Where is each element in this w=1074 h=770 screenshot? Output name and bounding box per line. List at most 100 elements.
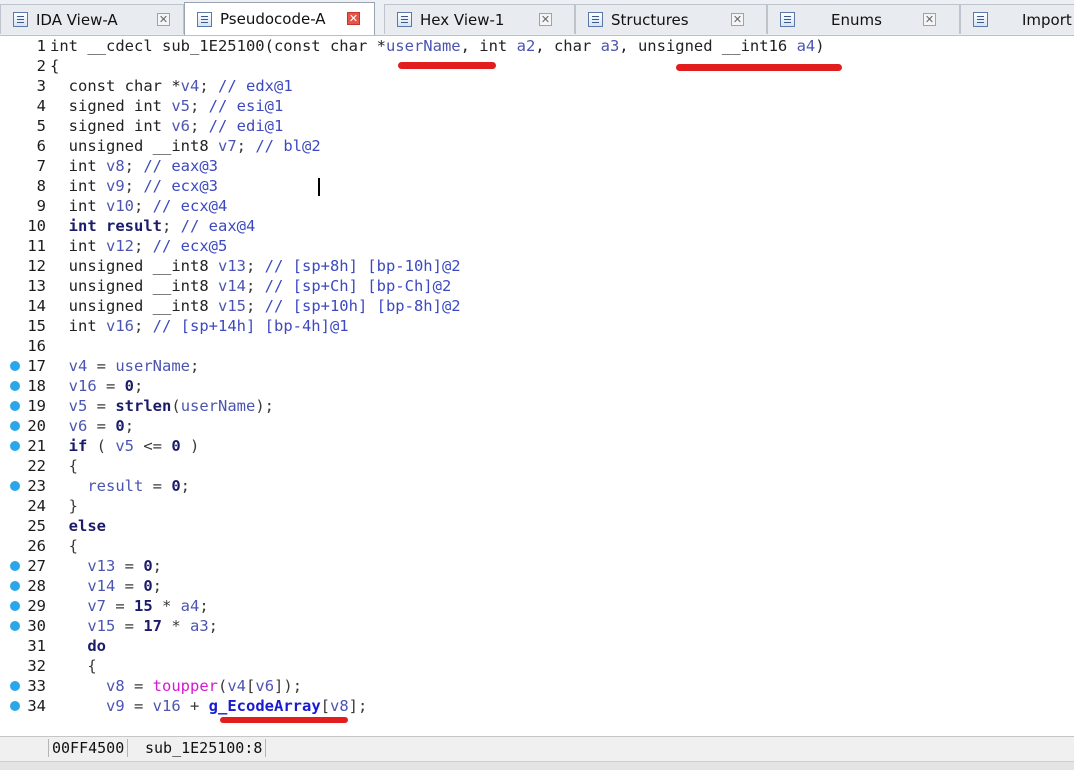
code-line[interactable]: 3 const char *v4; // edx@1 [0,76,1074,96]
code-line[interactable]: 34 v9 = v16 + g_EcodeArray[v8]; [0,696,1074,716]
hex-icon [397,12,412,27]
code-line[interactable]: 17 v4 = userName; [0,356,1074,376]
code-text[interactable]: int v16; // [sp+14h] [bp-4h]@1 [50,316,349,336]
code-text[interactable]: signed int v6; // edi@1 [50,116,284,136]
pseudocode-view[interactable]: 1 int __cdecl sub_1E25100(const char *use… [0,36,1074,736]
code-line[interactable]: 2{ [0,56,1074,76]
code-line[interactable]: 27 v13 = 0; [0,556,1074,576]
code-line[interactable]: 26 { [0,536,1074,556]
code-line[interactable]: 22 { [0,456,1074,476]
close-icon[interactable]: ✕ [923,13,936,26]
code-text[interactable]: v14 = 0; [50,576,162,596]
status-address: 00FF4500 [48,739,129,757]
code-text[interactable]: else [50,516,106,536]
code-text[interactable]: result = 0; [50,476,190,496]
code-text[interactable]: int v12; // ecx@5 [50,236,228,256]
code-line[interactable]: 32 { [0,656,1074,676]
tab-pseudocode-a[interactable]: Pseudocode-A ✕ [184,2,375,35]
code-text[interactable]: if ( v5 <= 0 ) [50,436,200,456]
code-line[interactable]: 31 do [0,636,1074,656]
code-line[interactable]: 33 v8 = toupper(v4[v6]); [0,676,1074,696]
code-text[interactable]: int v10; // ecx@4 [50,196,228,216]
close-icon[interactable]: ✕ [731,13,744,26]
status-bar: 00FF4500 sub_1E25100:8 [0,736,1074,770]
code-text[interactable]: do [50,636,106,656]
code-text[interactable]: { [50,656,96,676]
code-line[interactable]: 20 v6 = 0; [0,416,1074,436]
line-number: 21 [27,437,46,455]
code-line[interactable]: 9 int v10; // ecx@4 [0,196,1074,216]
code-text[interactable]: unsigned __int8 v14; // [sp+Ch] [bp-Ch]@… [50,276,452,296]
code-line[interactable]: 7 int v8; // eax@3 [0,156,1074,176]
code-text[interactable]: int __cdecl sub_1E25100(const char *user… [50,36,825,56]
code-line[interactable]: 8 int v9; // ecx@3 [0,176,1074,196]
code-line[interactable]: 14 unsigned __int8 v15; // [sp+10h] [bp-… [0,296,1074,316]
tab-import[interactable]: Import [960,4,1074,34]
code-line[interactable]: 30 v15 = 17 * a3; [0,616,1074,636]
code-text[interactable]: { [50,56,59,76]
line-number: 9 [36,197,46,215]
tab-ida-view-a[interactable]: IDA View-A ✕ [0,4,184,34]
code-line[interactable]: 29 v7 = 15 * a4; [0,596,1074,616]
text-cursor [318,178,320,196]
code-text[interactable]: } [50,496,78,516]
code-text[interactable]: v4 = userName; [50,356,200,376]
code-line[interactable]: 11 int v12; // ecx@5 [0,236,1074,256]
code-text[interactable]: v16 = 0; [50,376,144,396]
code-line[interactable]: 5 signed int v6; // edi@1 [0,116,1074,136]
code-text[interactable]: unsigned __int8 v13; // [sp+8h] [bp-10h]… [50,256,461,276]
code-line[interactable]: 15 int v16; // [sp+14h] [bp-4h]@1 [0,316,1074,336]
annotation-underline-int16 [676,64,842,71]
code-line[interactable]: 13 unsigned __int8 v14; // [sp+Ch] [bp-C… [0,276,1074,296]
code-line[interactable]: 28 v14 = 0; [0,576,1074,596]
tab-structures[interactable]: Structures ✕ [575,4,767,34]
code-line[interactable]: 16 [0,336,1074,356]
code-text[interactable]: v9 = v16 + g_EcodeArray[v8]; [50,696,367,716]
code-text[interactable]: v13 = 0; [50,556,162,576]
code-text[interactable]: v8 = toupper(v4[v6]); [50,676,302,696]
code-line[interactable]: 10 int result; // eax@4 [0,216,1074,236]
tab-label: Hex View-1 [420,10,505,29]
code-text[interactable]: { [50,456,78,476]
code-line[interactable]: 19 v5 = strlen(userName); [0,396,1074,416]
line-number: 14 [27,297,46,315]
code-text[interactable]: const char *v4; // edx@1 [50,76,293,96]
code-text[interactable]: unsigned __int8 v15; // [sp+10h] [bp-8h]… [50,296,461,316]
line-number: 18 [27,377,46,395]
close-icon[interactable]: ✕ [347,12,360,25]
code-line[interactable]: 24 } [0,496,1074,516]
code-text[interactable]: v7 = 15 * a4; [50,596,208,616]
code-line[interactable]: 1 int __cdecl sub_1E25100(const char *use… [0,36,1074,56]
code-line[interactable]: 6 unsigned __int8 v7; // bl@2 [0,136,1074,156]
line-number: 33 [27,677,46,695]
code-text[interactable]: v6 = 0; [50,416,134,436]
line-number: 24 [27,497,46,515]
tab-label: Structures [611,10,689,29]
line-number: 2 [36,57,46,75]
code-line[interactable]: 18 v16 = 0; [0,376,1074,396]
line-number: 17 [27,357,46,375]
line-number: 27 [27,557,46,575]
code-text[interactable]: int v8; // eax@3 [50,156,218,176]
line-number: 3 [36,77,46,95]
code-line[interactable]: 12 unsigned __int8 v13; // [sp+8h] [bp-1… [0,256,1074,276]
code-text[interactable]: { [50,536,78,556]
code-text[interactable]: v5 = strlen(userName); [50,396,274,416]
tab-hex-view-1[interactable]: Hex View-1 ✕ [384,4,575,34]
code-line[interactable]: 21 if ( v5 <= 0 ) [0,436,1074,456]
code-line[interactable]: 25 else [0,516,1074,536]
code-text[interactable]: int result; // eax@4 [50,216,256,236]
code-line[interactable]: 23 result = 0; [0,476,1074,496]
line-number: 13 [27,277,46,295]
code-text[interactable]: int v9; // ecx@3 [50,176,218,196]
code-text[interactable]: signed int v5; // esi@1 [50,96,284,116]
close-icon[interactable]: ✕ [157,13,170,26]
tab-enums[interactable]: Enums ✕ [767,4,960,34]
line-number: 15 [27,317,46,335]
code-text[interactable]: v15 = 17 * a3; [50,616,218,636]
line-number: 29 [27,597,46,615]
code-line[interactable]: 4 signed int v5; // esi@1 [0,96,1074,116]
close-icon[interactable]: ✕ [539,13,552,26]
code-text[interactable]: unsigned __int8 v7; // bl@2 [50,136,321,156]
tab-bar: IDA View-A ✕ Pseudocode-A ✕ Hex View-1 ✕… [0,0,1074,36]
